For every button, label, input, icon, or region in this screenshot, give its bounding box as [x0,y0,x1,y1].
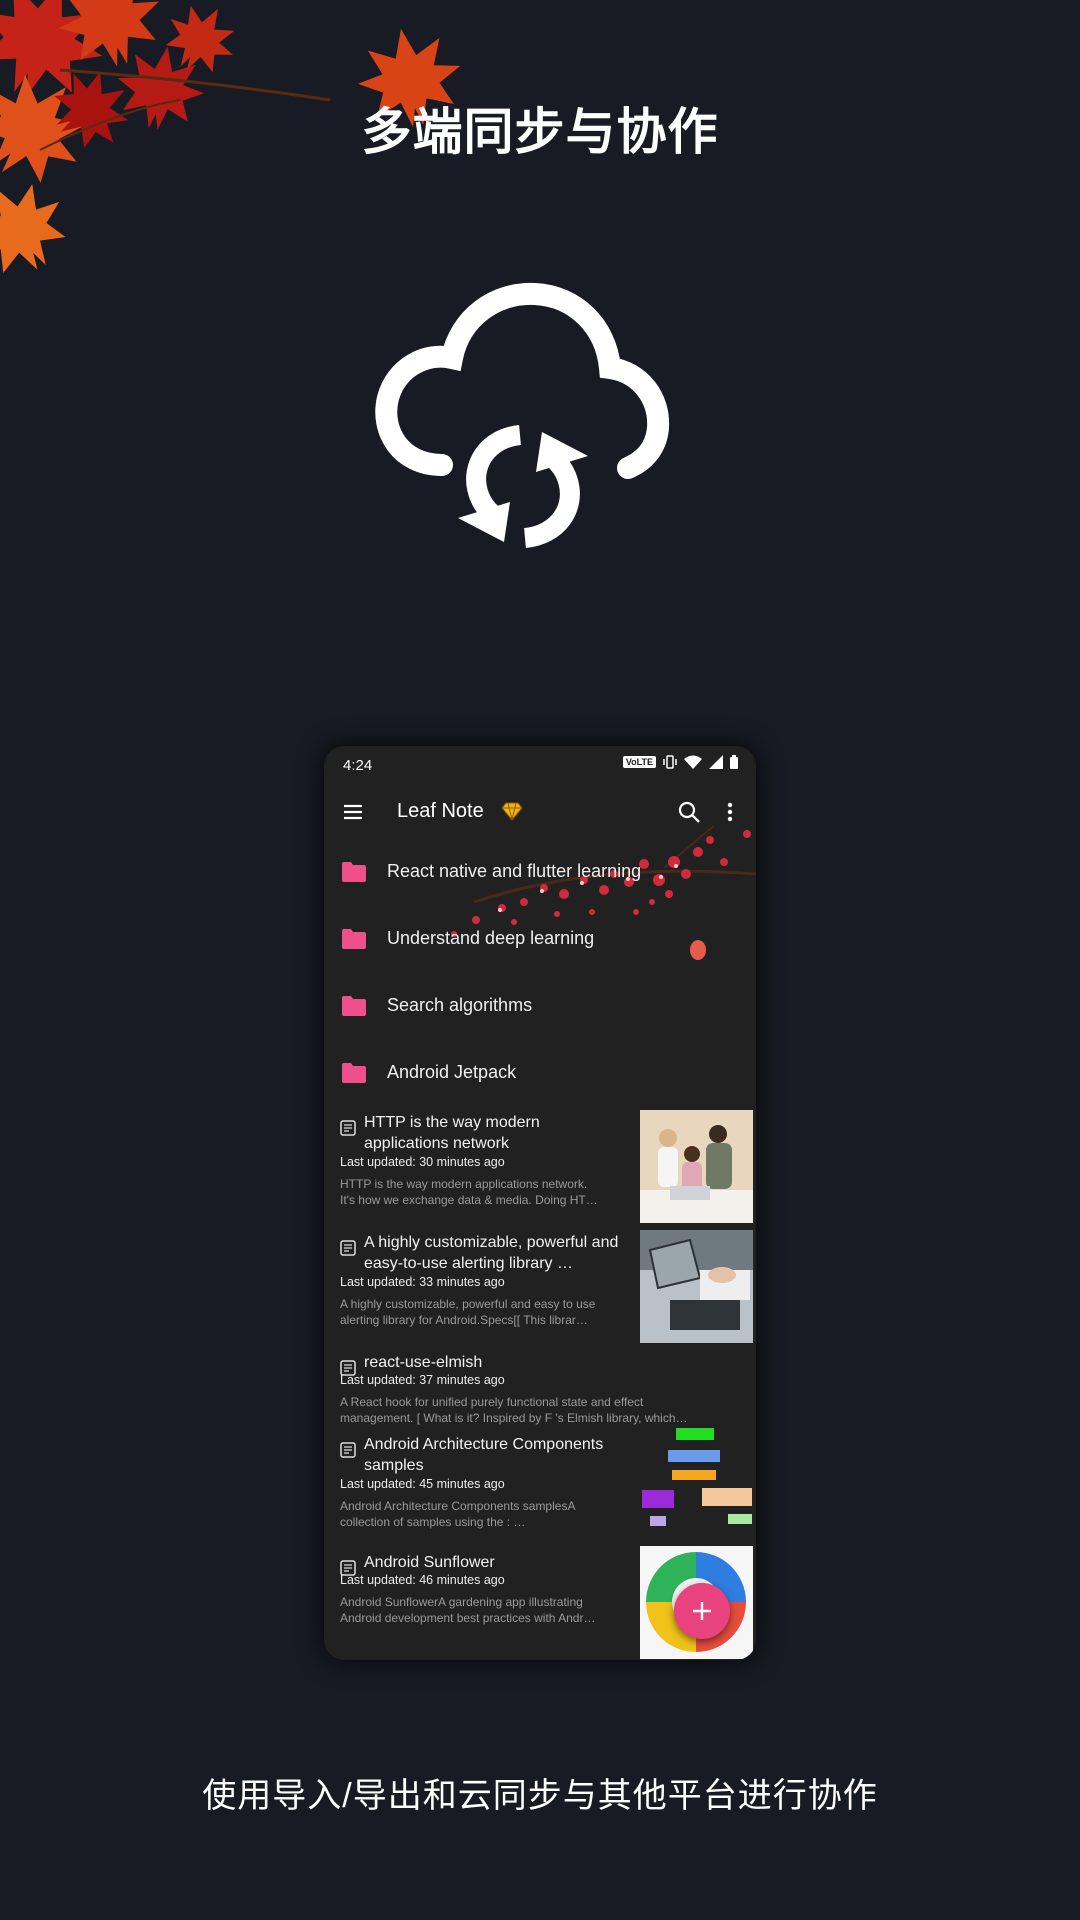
battery-icon [730,755,738,769]
cloud-sync-icon [375,282,670,548]
more-vert-icon[interactable] [724,799,736,825]
note-title: A highly customizable, powerful and easy… [364,1234,619,1272]
note-preview-line: HTTP is the way modern applications netw… [340,1177,588,1191]
note-icon [340,1240,356,1256]
note-updated: Last updated: 45 minutes ago [340,1477,505,1491]
folder-label: Android Jetpack [387,1062,517,1082]
note-item[interactable]: A highly customizable, powerful and easy… [324,1230,756,1348]
note-preview-line: A highly customizable, powerful and easy… [340,1297,596,1311]
plus-icon [693,1602,711,1620]
volte-badge: VoLTE [622,756,656,768]
phone-screen: 4:24 VoLTE Leaf Note React native and fl… [324,746,756,1660]
note-preview-line: alerting library for Android.Specs[[ Thi… [340,1313,588,1327]
note-thumbnail-diagram [640,1426,753,1539]
note-thumbnail-image [640,1230,753,1343]
folder-item[interactable]: Understand deep learning [324,907,756,973]
note-preview-line: Android Architecture Components samplesA [340,1499,576,1513]
note-preview-line: management. [ What is it? Inspired by F … [340,1411,688,1425]
note-preview-line: Android development best practices with … [340,1611,596,1625]
note-title: HTTP is the way modern applications netw… [364,1114,540,1152]
folder-label: Search algorithms [387,995,533,1015]
note-icon [340,1120,356,1136]
status-bar: 4:24 VoLTE [324,746,756,784]
app-bar: Leaf Note [324,784,756,840]
status-time: 4:24 [343,757,373,774]
note-updated: Last updated: 37 minutes ago [340,1373,505,1387]
wifi-icon [684,755,702,769]
note-preview-line: A React hook for unified purely function… [340,1395,644,1409]
folder-item[interactable]: React native and flutter learning [324,840,756,906]
folder-icon [342,929,366,949]
note-icon [340,1442,356,1458]
note-item[interactable]: Android Architecture Components samples … [324,1426,756,1539]
note-preview-line: It's how we exchange data & media. Doing… [340,1193,598,1207]
folder-item[interactable]: Android Jetpack [324,1041,756,1107]
note-updated: Last updated: 30 minutes ago [340,1155,505,1169]
signal-icon [709,755,723,769]
note-item[interactable]: react-use-elmish Last updated: 37 minute… [324,1350,756,1430]
add-note-fab[interactable] [674,1583,730,1639]
note-item[interactable]: HTTP is the way modern applications netw… [324,1110,756,1228]
folder-icon [342,996,366,1016]
note-title: Android Architecture Components samples [364,1436,604,1474]
vibrate-icon [663,755,677,769]
folder-label: React native and flutter learning [387,861,642,881]
folder-item[interactable]: Search algorithms [324,974,756,1040]
note-preview-line: collection of samples using the : … [340,1515,526,1529]
search-icon[interactable] [676,799,702,825]
folder-label: Understand deep learning [387,928,595,948]
folder-icon [342,862,366,882]
folder-icon [342,1063,366,1083]
note-updated: Last updated: 33 minutes ago [340,1275,505,1289]
hamburger-menu-icon[interactable] [340,799,366,825]
status-icons: VoLTE [622,755,738,769]
diamond-icon[interactable] [501,801,523,821]
caption: 使用导入/导出和云同步与其他平台进行协作 [202,1777,878,1815]
note-title: react-use-elmish [364,1354,483,1371]
note-updated: Last updated: 46 minutes ago [340,1573,505,1587]
app-title: Leaf Note [397,800,484,822]
note-thumbnail-image [640,1110,753,1223]
headline: 多端同步与协作 [361,104,719,160]
note-preview-line: Android SunflowerA gardening app illustr… [340,1595,583,1609]
note-title: Android Sunflower [364,1554,495,1571]
